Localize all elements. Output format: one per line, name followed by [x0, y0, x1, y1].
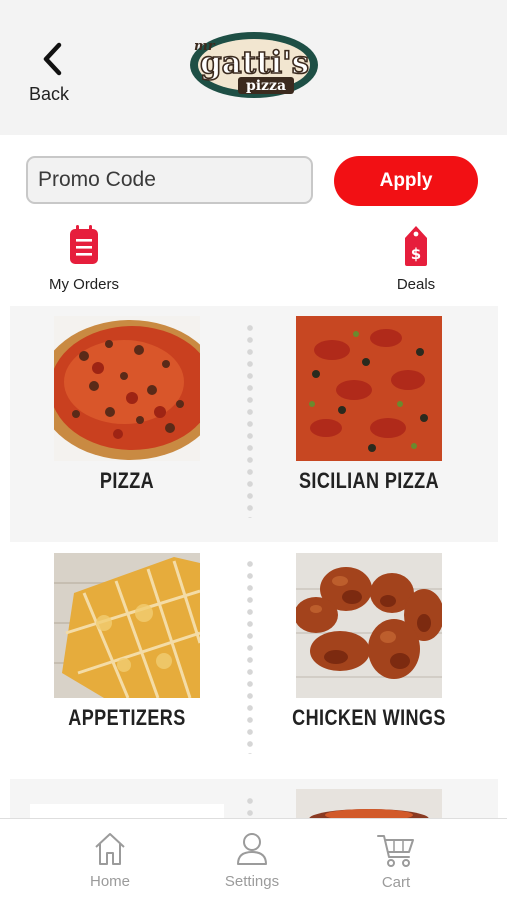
my-orders-button[interactable]: My Orders: [44, 224, 124, 296]
category-pizza[interactable]: PIZZA: [54, 316, 200, 493]
tab-home[interactable]: Home: [65, 831, 155, 893]
deals-button[interactable]: $ Deals: [386, 224, 446, 296]
category-photo-partial[interactable]: [296, 789, 442, 819]
tab-label-cart: Cart: [381, 874, 411, 891]
category-tile-partial[interactable]: [30, 804, 224, 819]
dotted-divider: [247, 558, 253, 754]
category-appetizers[interactable]: APPETIZERS: [54, 553, 200, 730]
sicilian-pizza-photo: [296, 316, 442, 461]
category-sicilian-pizza[interactable]: SICILIAN PIZZA: [296, 316, 442, 493]
cart-icon: [377, 835, 414, 867]
category-label-chicken-wings: CHICKEN WINGS: [292, 705, 446, 730]
orders-clipboard-icon: [70, 225, 98, 264]
back-button[interactable]: Back: [26, 40, 82, 110]
home-icon: [95, 833, 125, 865]
tab-settings[interactable]: Settings: [207, 831, 297, 893]
promo-code-input[interactable]: [26, 156, 313, 204]
tab-label-home: Home: [89, 873, 130, 890]
menu-row-1: PIZZA SICILIAN PIZZA: [10, 306, 498, 542]
my-orders-label: My Orders: [48, 276, 119, 293]
mr-gattis-pizza-logo: mr gatti's pizza: [190, 32, 318, 98]
menu-row-3: [10, 779, 498, 819]
apply-promo-button[interactable]: Apply: [334, 156, 478, 206]
category-label-sicilian-pizza: SICILIAN PIZZA: [298, 468, 440, 493]
dotted-divider: [247, 322, 253, 518]
menu-row-2: APPETIZERS CHICKEN WINGS: [10, 544, 498, 770]
bottom-tab-bar: Home Settings Cart: [0, 818, 507, 901]
svg-text:pizza: pizza: [246, 78, 286, 94]
tab-label-settings: Settings: [224, 873, 280, 890]
category-chicken-wings[interactable]: CHICKEN WINGS: [292, 553, 445, 730]
person-icon: [237, 833, 267, 865]
chevron-left-icon: [43, 42, 62, 76]
deals-label: Deals: [396, 276, 436, 293]
svg-text:gatti's: gatti's: [200, 45, 309, 81]
top-header: Back mr gatti's pizza: [0, 0, 507, 135]
svg-text:$: $: [411, 245, 421, 263]
tab-cart[interactable]: Cart: [351, 831, 441, 893]
category-label-appetizers: APPETIZERS: [68, 705, 186, 730]
pizza-photo: [54, 316, 200, 461]
category-label-pizza: PIZZA: [99, 468, 155, 493]
cheese-bread-photo: [54, 553, 200, 698]
dotted-divider: [247, 795, 253, 819]
back-label: Back: [29, 84, 70, 104]
chicken-wings-photo: [296, 553, 442, 698]
price-tag-icon: $: [405, 226, 427, 266]
